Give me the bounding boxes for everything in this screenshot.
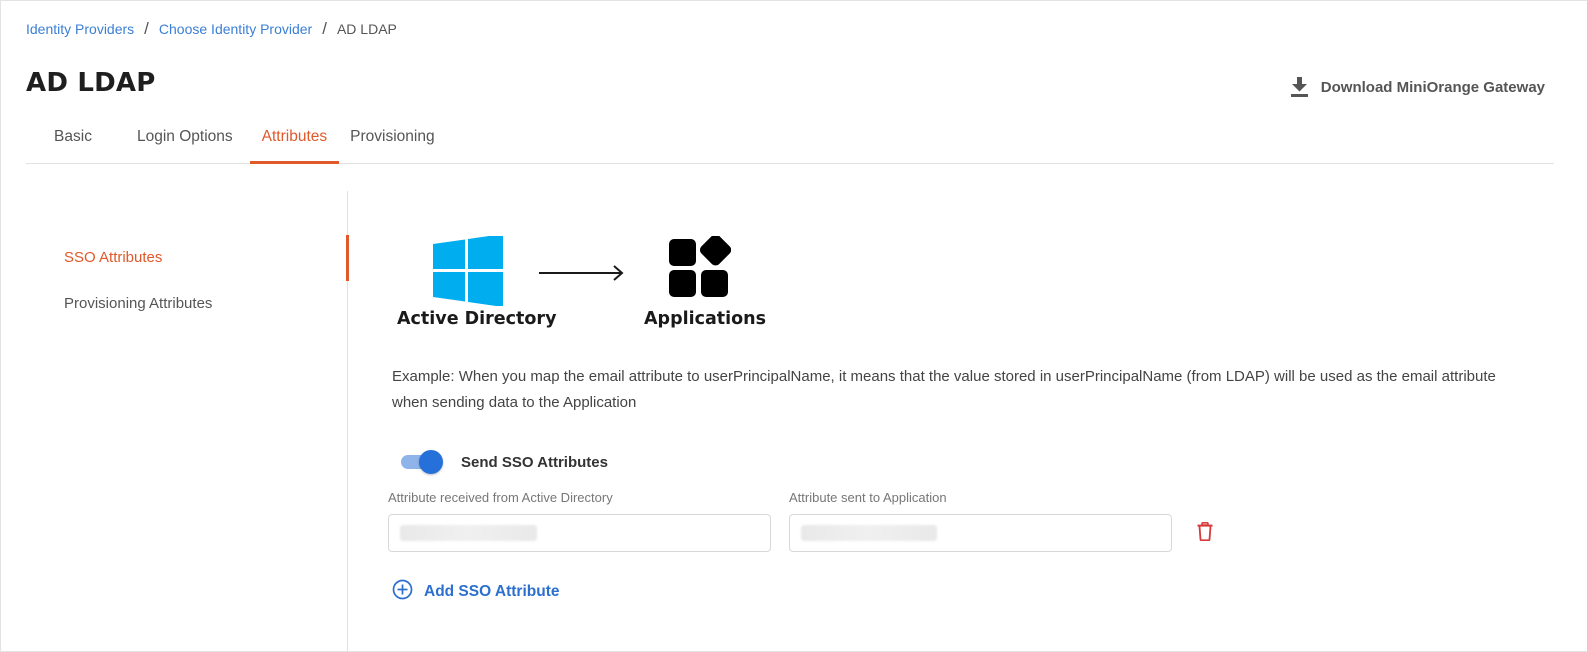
plus-circle-icon [392, 579, 413, 605]
download-gateway-label: Download MiniOrange Gateway [1320, 78, 1545, 96]
side-nav-active-indicator [346, 235, 349, 281]
add-sso-attribute-label: Add SSO Attribute [424, 583, 560, 600]
breadcrumb-current: AD LDAP [336, 21, 397, 37]
send-sso-attributes-row: Send SSO Attributes [401, 449, 608, 475]
tab-bar: Basic Login Options Attributes Provision… [26, 111, 1554, 164]
side-nav: SSO Attributes Provisioning Attributes [26, 191, 349, 652]
send-sso-attributes-label: Send SSO Attributes [461, 453, 608, 471]
breadcrumb: Identity Providers / Choose Identity Pro… [26, 19, 397, 39]
download-icon [1290, 77, 1308, 97]
redacted-value [801, 525, 937, 541]
page: Identity Providers / Choose Identity Pro… [0, 0, 1588, 652]
toggle-knob [419, 450, 443, 474]
mapping-diagram: Active Directory Applications [396, 234, 766, 334]
breadcrumb-choose-identity-provider[interactable]: Choose Identity Provider [159, 21, 312, 37]
app-attribute-label: Attribute sent to Application [789, 490, 947, 505]
breadcrumb-separator: / [322, 19, 327, 38]
ad-attribute-label: Attribute received from Active Directory [388, 490, 613, 505]
breadcrumb-identity-providers[interactable]: Identity Providers [26, 21, 134, 37]
side-nav-sso-attributes[interactable]: SSO Attributes [64, 249, 162, 266]
page-title: AD LDAP [26, 68, 156, 98]
add-sso-attribute-button[interactable]: Add SSO Attribute [392, 579, 559, 605]
right-arrow-icon [539, 262, 625, 289]
example-description: Example: When you map the email attribut… [392, 368, 1496, 411]
tab-attributes[interactable]: Attributes [249, 111, 340, 164]
download-gateway-button[interactable]: Download MiniOrange Gateway [1290, 77, 1545, 97]
send-sso-attributes-toggle[interactable] [401, 449, 443, 475]
tab-basic[interactable]: Basic [26, 111, 120, 163]
windows-logo-icon [433, 234, 503, 311]
active-directory-label: Active Directory [397, 309, 557, 329]
breadcrumb-separator: / [144, 19, 149, 38]
apps-grid-icon [669, 234, 732, 303]
applications-label: Applications [644, 309, 767, 329]
redacted-value [400, 525, 537, 541]
trash-icon[interactable] [1197, 522, 1213, 546]
tab-provisioning[interactable]: Provisioning [339, 111, 445, 163]
side-nav-provisioning-attributes[interactable]: Provisioning Attributes [64, 295, 212, 312]
tab-login-options[interactable]: Login Options [126, 111, 244, 163]
